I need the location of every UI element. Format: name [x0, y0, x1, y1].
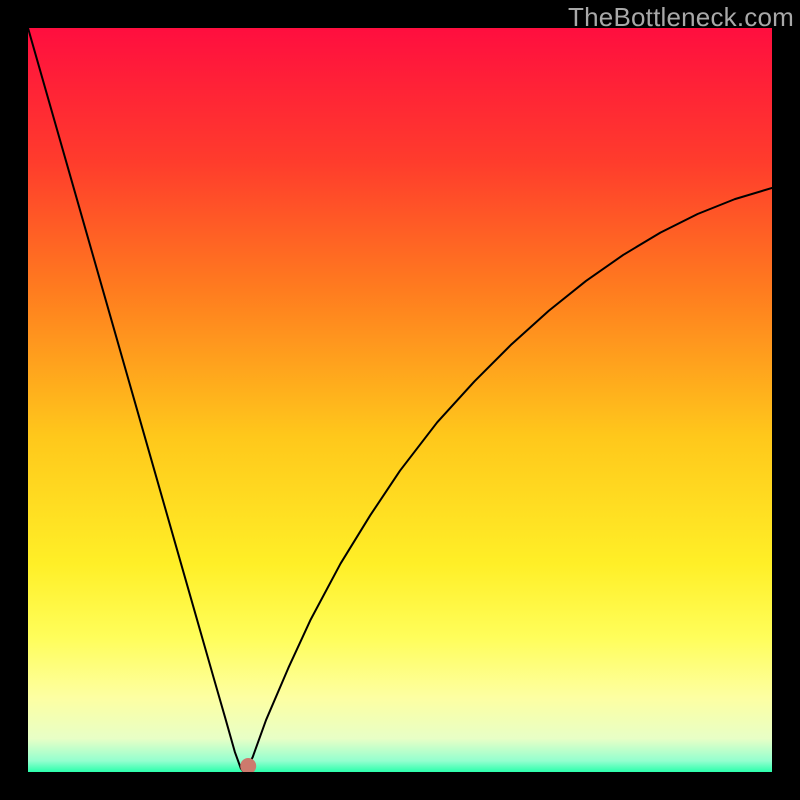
plot-area [28, 28, 772, 772]
chart-svg [28, 28, 772, 772]
gradient-background [28, 28, 772, 772]
chart-frame: TheBottleneck.com [0, 0, 800, 800]
